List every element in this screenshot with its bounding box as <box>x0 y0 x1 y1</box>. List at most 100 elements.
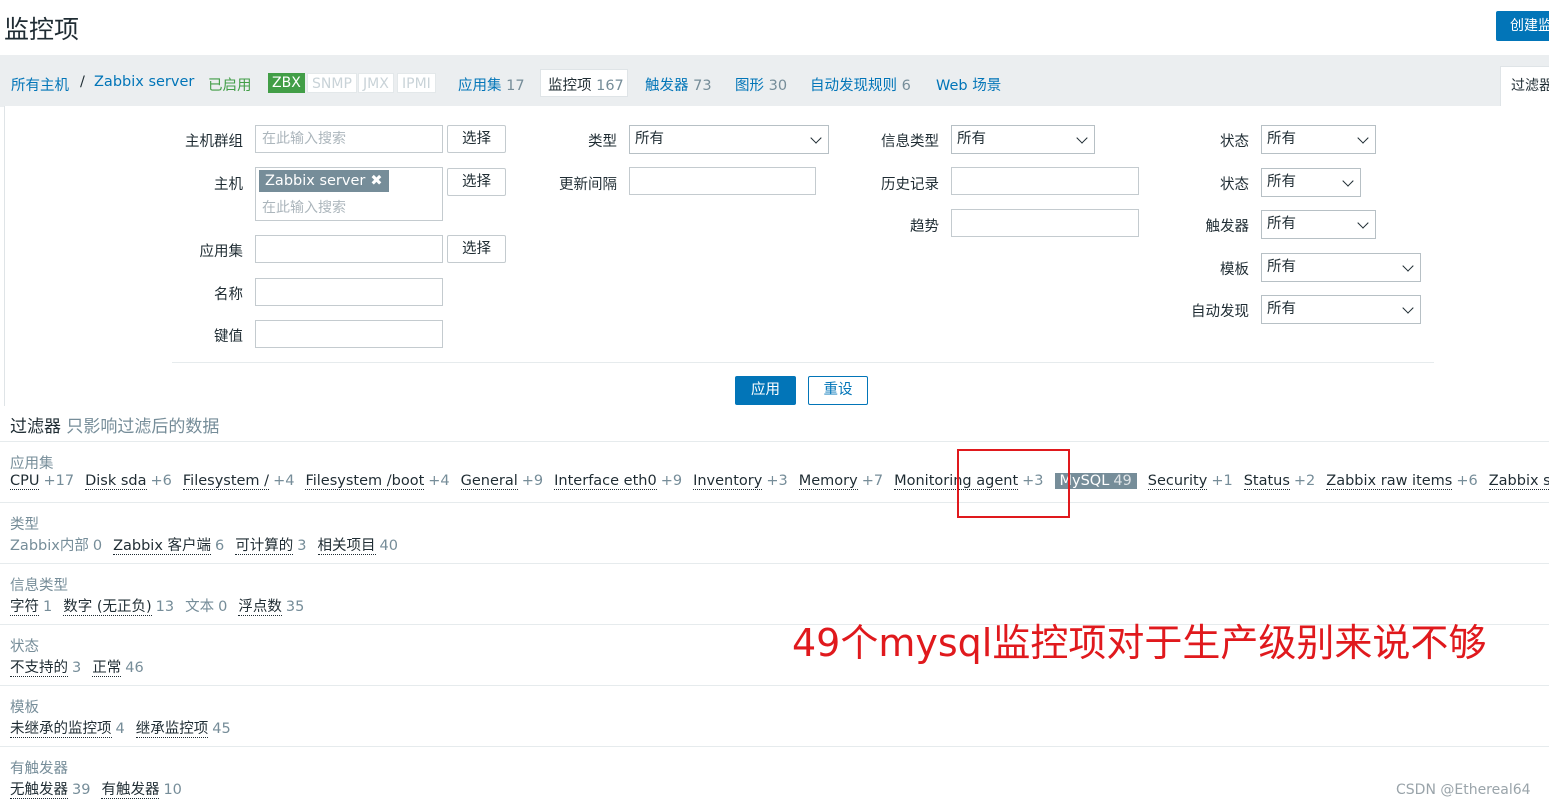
triggers-select[interactable]: 所有 <box>1261 210 1376 239</box>
subfilter-item-count: 45 <box>212 721 231 737</box>
subfilter-item-count: 39 <box>72 782 91 798</box>
trends-label: 趋势 <box>910 219 939 235</box>
subfilter-item-count: +1 <box>1211 473 1233 489</box>
annotation-text: 49个mysql监控项对于生产级别来说不够 <box>792 621 1487 665</box>
history-input[interactable] <box>951 167 1139 195</box>
application-select-button[interactable]: 选择 <box>447 235 506 263</box>
subfilter-item[interactable]: Memory +7 <box>798 473 884 490</box>
host-group-select-button[interactable]: 选择 <box>447 125 506 153</box>
host-status-enabled[interactable]: 已启用 <box>208 74 252 95</box>
subfilter-item-count: 13 <box>155 599 175 615</box>
nav-triggers[interactable]: 触发器 73 <box>645 74 712 95</box>
subfilter-item[interactable]: 无触发器 39 <box>10 778 90 799</box>
subfilter-item[interactable]: 相关项目 40 <box>317 534 398 555</box>
subfilter-item[interactable]: Zabbix内部 0 <box>10 534 102 555</box>
subfilter-item[interactable]: Filesystem /boot +4 <box>305 473 450 490</box>
nav-discovery-rules[interactable]: 自动发现规则 6 <box>810 74 911 95</box>
subfilter-section-title: 有触发器 <box>10 761 68 777</box>
subfilter-item[interactable]: 有触发器 10 <box>101 778 182 799</box>
trends-input[interactable] <box>951 209 1139 237</box>
host-select-button[interactable]: 选择 <box>447 168 506 196</box>
application-input[interactable] <box>255 235 443 263</box>
subfilter-item[interactable]: Filesystem / +4 <box>182 473 295 490</box>
subfilter-item-count: +4 <box>428 473 450 489</box>
key-label: 键值 <box>214 329 243 345</box>
update-interval-input[interactable] <box>629 167 816 195</box>
subfilter-item[interactable]: 可计算的 3 <box>235 534 307 555</box>
update-interval-label: 更新间隔 <box>559 177 617 193</box>
host-search-placeholder[interactable]: 在此输入搜索 <box>262 197 346 217</box>
state-select[interactable]: 所有 <box>1261 125 1376 154</box>
subfilter-item-count: 46 <box>125 660 144 676</box>
subfilter-item[interactable]: 继承监控项 45 <box>135 717 231 738</box>
subfilter-section-divider <box>0 746 1549 747</box>
name-input[interactable] <box>255 278 443 306</box>
subfilter-section-title: 应用集 <box>10 456 54 472</box>
filter-tab[interactable]: 过滤器 <box>1500 66 1549 107</box>
info-type-select[interactable]: 所有 <box>951 125 1095 154</box>
remove-tag-icon[interactable]: ✖ <box>370 173 382 189</box>
discovery-select[interactable]: 所有 <box>1261 295 1421 324</box>
subfilter-item[interactable]: 字符 1 <box>10 595 52 616</box>
subfilter-item[interactable]: 浮点数 35 <box>238 595 304 616</box>
chevron-down-icon <box>1402 260 1414 272</box>
application-label: 应用集 <box>199 244 244 260</box>
apply-button[interactable]: 应用 <box>735 376 796 405</box>
breadcrumb-host[interactable]: Zabbix server <box>94 74 194 90</box>
subfilter-item[interactable]: 数字 (无正负) 13 <box>63 595 174 616</box>
subfilter-row: 未继承的监控项 4 继承监控项 45 <box>10 717 242 738</box>
subfilter-item-name: 浮点数 <box>238 599 282 616</box>
subfilter-item[interactable]: Status +2 <box>1243 473 1316 490</box>
key-input[interactable] <box>255 320 443 348</box>
discovery-label: 自动发现 <box>1191 304 1249 320</box>
watermark: CSDN @Ethereal64 <box>1396 782 1531 798</box>
subfilter-item[interactable]: Inventory +3 <box>693 473 788 490</box>
subfilter-item-name: 文本 <box>185 599 215 615</box>
create-item-button[interactable]: 创建监 <box>1496 11 1549 41</box>
chevron-down-icon <box>1076 132 1088 144</box>
breadcrumb-all-hosts[interactable]: 所有主机 <box>11 74 69 95</box>
subfilter-item-count: +17 <box>43 473 75 489</box>
subfilter-item-name: Filesystem / <box>182 473 270 490</box>
subfilter-item[interactable]: 未继承的监控项 4 <box>10 717 125 738</box>
template-label: 模板 <box>1220 262 1249 278</box>
subfilter-item[interactable]: CPU +17 <box>10 473 75 490</box>
subfilter-item[interactable]: General +9 <box>460 473 543 490</box>
host-group-label: 主机群组 <box>185 134 243 150</box>
host-group-input[interactable]: 在此输入搜索 <box>255 125 443 153</box>
subfilter-item[interactable]: Zabbix 客户端 6 <box>113 534 224 555</box>
subfilter-item-count: 6 <box>215 538 225 554</box>
subfilter-item-name: CPU <box>10 473 40 490</box>
subfilter-item-count: 4 <box>115 721 125 737</box>
reset-button[interactable]: 重设 <box>808 376 868 405</box>
subfilter-item[interactable]: Zabbix server+47 <box>1488 473 1549 490</box>
name-label: 名称 <box>214 287 243 303</box>
subfilter-item[interactable]: 文本 0 <box>185 595 227 616</box>
subfilter-item-count: +2 <box>1293 473 1316 489</box>
subfilter-item[interactable]: 正常 46 <box>92 656 144 677</box>
subfilter-item-count: 3 <box>297 538 307 554</box>
subfilter-item-name: Status <box>1243 473 1290 490</box>
subfilter-row: 无触发器 39 有触发器 10 <box>10 778 193 799</box>
subfilter-item-name: 无触发器 <box>10 782 68 799</box>
subfilter-row: 字符 1 数字 (无正负) 13 文本 0 浮点数 35 <box>10 595 315 616</box>
status-select[interactable]: 所有 <box>1261 168 1361 197</box>
nav-web-scenarios[interactable]: Web 场景 <box>936 74 1001 95</box>
subfilter-item-name: Zabbix内部 <box>10 538 89 554</box>
template-select[interactable]: 所有 <box>1261 253 1421 282</box>
subfilter-item-count: +7 <box>861 473 884 489</box>
subfilter-item[interactable]: Security +1 <box>1147 473 1233 490</box>
subfilter-item[interactable]: Interface eth0 +9 <box>554 473 682 490</box>
nav-applications[interactable]: 应用集 17 <box>458 74 525 95</box>
subfilter-item[interactable]: Disk sda +6 <box>85 473 172 490</box>
subfilter-item-count: +4 <box>273 473 295 489</box>
subfilter-item[interactable]: Zabbix raw items +6 <box>1326 473 1478 490</box>
subfilter-item-name: Zabbix 客户端 <box>113 538 212 555</box>
host-tag: Zabbix server ✖ <box>259 170 389 192</box>
filter-divider <box>172 362 1434 363</box>
nav-items[interactable]: 监控项 167 <box>548 74 624 95</box>
subfilter-item-count: +6 <box>150 473 172 489</box>
subfilter-item[interactable]: 不支持的 3 <box>10 656 81 677</box>
type-select[interactable]: 所有 <box>629 125 829 154</box>
nav-graphs[interactable]: 图形 30 <box>735 74 787 95</box>
